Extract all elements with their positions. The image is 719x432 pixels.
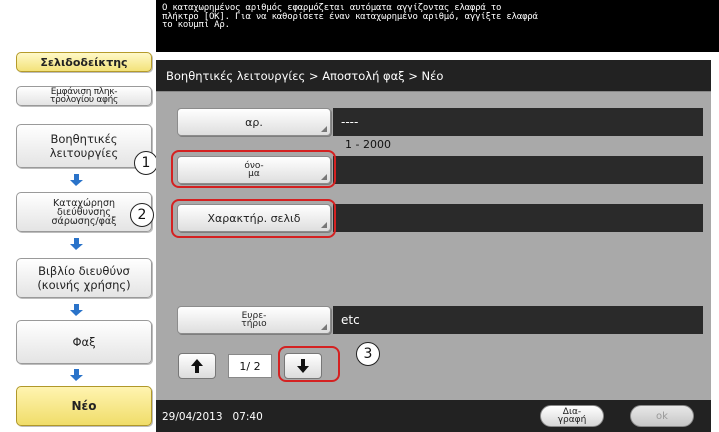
callout-3: 3 xyxy=(356,342,380,366)
index-button-label: Ευρε- τήριο xyxy=(241,311,267,329)
step-address-book[interactable]: Βιβλίο διευθύνσ (κοινής χρήσης) xyxy=(16,258,152,298)
date-time: 29/04/2013 07:40 xyxy=(162,411,263,423)
ok-button[interactable]: ok xyxy=(630,405,694,427)
callout-1: 1 xyxy=(134,151,158,175)
delete-button[interactable]: Δια- γραφή xyxy=(540,405,604,427)
bookmark-tab-label: Σελιδοδείκτης xyxy=(40,55,128,69)
name-value xyxy=(333,156,703,184)
character-value xyxy=(333,204,703,232)
step-utility-label: Βοηθητικές λειτουργίες xyxy=(49,132,119,160)
number-value: ---- xyxy=(333,108,703,136)
highlight-page-down xyxy=(278,346,340,382)
delete-button-label: Δια- γραφή xyxy=(557,407,587,425)
keypad-button[interactable]: Εμφάνιση πληκ- τρολογίου αφής xyxy=(16,86,152,106)
index-value: etc xyxy=(333,306,703,334)
message-area: Ο καταχωρημένος αριθμός εφαρμόζεται αυτό… xyxy=(156,0,719,52)
number-button-label: αρ. xyxy=(245,115,263,129)
page-indicator: 1/ 2 xyxy=(228,354,272,378)
step-fax[interactable]: Φαξ xyxy=(16,320,152,364)
step-new[interactable]: Νέο xyxy=(16,386,152,426)
main-panel: Βοηθητικές λειτουργίες > Αποστολή φαξ > … xyxy=(156,60,711,432)
highlight-name xyxy=(171,150,336,188)
page-up-button[interactable] xyxy=(178,353,216,379)
keypad-button-label: Εμφάνιση πληκ- τρολογίου αφής xyxy=(49,87,119,105)
step-new-label: Νέο xyxy=(71,399,97,413)
step-address-label: Καταχώρηση διεύθυνσης σάρωσης/φαξ xyxy=(51,197,117,227)
number-range: 1 - 2000 xyxy=(345,138,391,151)
fax-registration-screen: Σελιδοδείκτης Εμφάνιση πληκ- τρολογίου α… xyxy=(0,0,719,432)
number-button[interactable]: αρ. xyxy=(177,108,331,136)
message-text: Ο καταχωρημένος αριθμός εφαρμόζεται αυτό… xyxy=(162,3,538,30)
index-button[interactable]: Ευρε- τήριο xyxy=(177,306,331,334)
breadcrumb: Βοηθητικές λειτουργίες > Αποστολή φαξ > … xyxy=(156,60,711,92)
left-nav-panel: Σελιδοδείκτης Εμφάνιση πληκ- τρολογίου α… xyxy=(6,0,152,432)
highlight-character xyxy=(171,199,336,238)
callout-2: 2 xyxy=(130,203,154,227)
ok-button-label: ok xyxy=(656,411,668,422)
step-utility[interactable]: Βοηθητικές λειτουργίες xyxy=(16,124,152,168)
status-bar: 29/04/2013 07:40 Δια- γραφή ok xyxy=(156,400,711,432)
step-address-book-label: Βιβλίο διευθύνσ (κοινής χρήσης) xyxy=(37,264,131,292)
arrow-up-icon xyxy=(191,359,203,373)
bookmark-tab[interactable]: Σελιδοδείκτης xyxy=(16,52,152,72)
step-fax-label: Φαξ xyxy=(72,335,96,349)
